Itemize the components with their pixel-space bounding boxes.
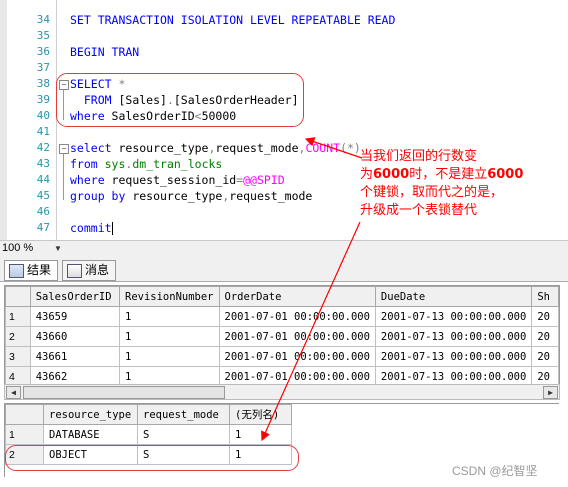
- annotation-number: 6000: [373, 167, 410, 182]
- annotation-note: 当我们返回的行数变 为6000时，不是建立6000 个键锁，取而代之的是， 升级…: [360, 148, 560, 220]
- annotation-line-2: 为6000时，不是建立6000: [360, 166, 560, 184]
- arrow-to-result: [261, 221, 361, 442]
- arrow-to-query: [304, 137, 363, 159]
- annotation-line-1: 当我们返回的行数变: [360, 149, 478, 164]
- annotation-line-3: 个键锁，取而代之的是，: [360, 185, 504, 200]
- annotation-text: 时，不是建立: [409, 167, 488, 182]
- watermark: CSDN @纪智坚: [452, 464, 538, 478]
- annotation-arrows: [261, 137, 363, 442]
- annotation-text: 为: [360, 167, 374, 182]
- annotation-number: 6000: [487, 167, 524, 182]
- annotation-line-4: 升级成一个表锁替代: [360, 203, 478, 218]
